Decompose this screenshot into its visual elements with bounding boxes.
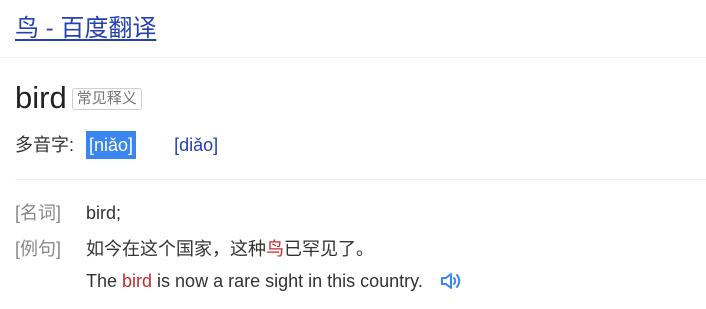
result-title-link[interactable]: 鸟 - 百度翻译 — [15, 13, 156, 45]
headword: bird — [15, 80, 67, 115]
polyphone-row: 多音字: [niǎo] [diǎo] — [15, 131, 221, 159]
example-english: The bird is now a rare sight in this cou… — [86, 268, 463, 294]
example-english-highlight: bird — [122, 271, 153, 291]
example-chinese-highlight: 鸟 — [266, 239, 284, 259]
translation-card: 鸟 - 百度翻译 bird 常见释义 多音字: [niǎo] [diǎo] [名… — [0, 0, 706, 309]
headword-row: bird 常见释义 — [15, 78, 142, 118]
noun-label: [名词] — [15, 203, 62, 223]
header-divider — [0, 57, 706, 58]
speaker-icon[interactable] — [439, 270, 463, 292]
example-block: 如今在这个国家，这种鸟已罕见了。 The bird is now a rare … — [86, 236, 463, 294]
noun-meaning: bird; — [86, 203, 122, 223]
common-meaning-badge: 常见释义 — [71, 88, 142, 110]
pinyin-diao-tab[interactable]: [diǎo] — [171, 131, 221, 159]
example-row: [例句] 如今在这个国家，这种鸟已罕见了。 The bird is now a … — [15, 236, 463, 294]
example-chinese-before: 如今在这个国家，这种 — [86, 239, 266, 259]
pinyin-niao-tab[interactable]: [niǎo] — [86, 131, 137, 159]
example-english-after: is now a rare sight in this country. — [152, 271, 423, 291]
example-chinese: 如今在这个国家，这种鸟已罕见了。 — [86, 236, 463, 262]
example-english-before: The — [86, 271, 123, 291]
speaker-icon-graphic — [440, 273, 461, 289]
noun-definition-row: [名词] bird; — [15, 200, 121, 226]
polyphone-label: 多音字: — [15, 135, 75, 155]
example-chinese-after: 已罕见了。 — [284, 239, 374, 259]
section-divider — [15, 179, 706, 180]
example-label: [例句] — [15, 239, 62, 259]
